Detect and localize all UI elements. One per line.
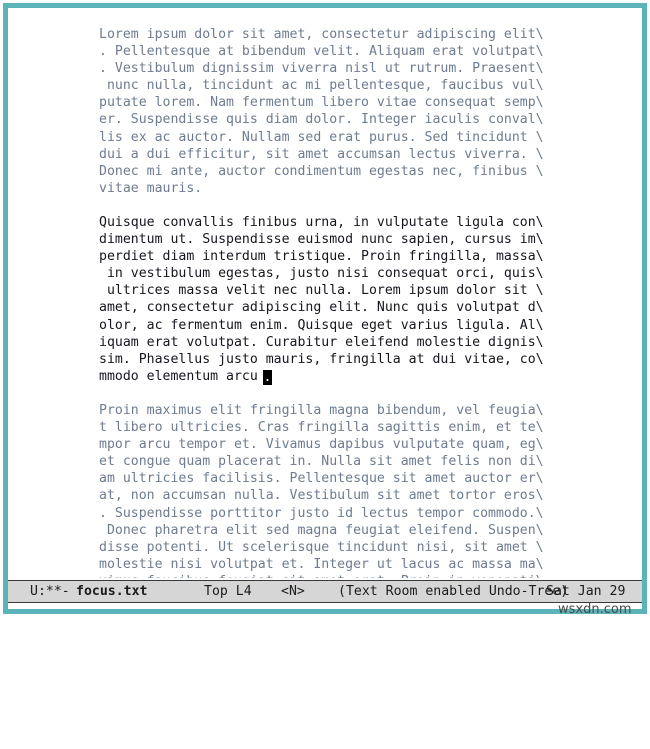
mode-line-buffer-name[interactable]: focus.txt [76,581,147,602]
watermark: wsxdn.com [558,602,632,617]
window-border-bottom [3,609,647,614]
mode-line-flags: U:**- [30,584,70,599]
emacs-editor-window: Lorem ipsum dolor sit amet, consectetur … [0,0,650,620]
mode-line: U:**- focus.txt Top L4 <N> (Text Room en… [8,580,642,603]
text-cursor: . [263,370,272,385]
mode-line-position: Top L4 [204,584,252,599]
mode-line-date: Sat Jan 29 [546,584,626,599]
mode-line-minor-modes[interactable]: (Text Room enabled Undo-Tree) [338,581,568,602]
text-buffer-area[interactable]: Lorem ipsum dolor sit amet, consectetur … [8,8,642,578]
paragraph-focused[interactable]: Quisque convallis finibus urna, in vulpu… [99,214,544,385]
window-border-right [642,3,647,614]
mode-line-narrow-indicator: <N> [281,584,305,599]
paragraph-unfocused-above[interactable]: Lorem ipsum dolor sit amet, consectetur … [99,26,544,197]
paragraph-unfocused-below[interactable]: Proin maximus elit fringilla magna biben… [99,402,544,578]
